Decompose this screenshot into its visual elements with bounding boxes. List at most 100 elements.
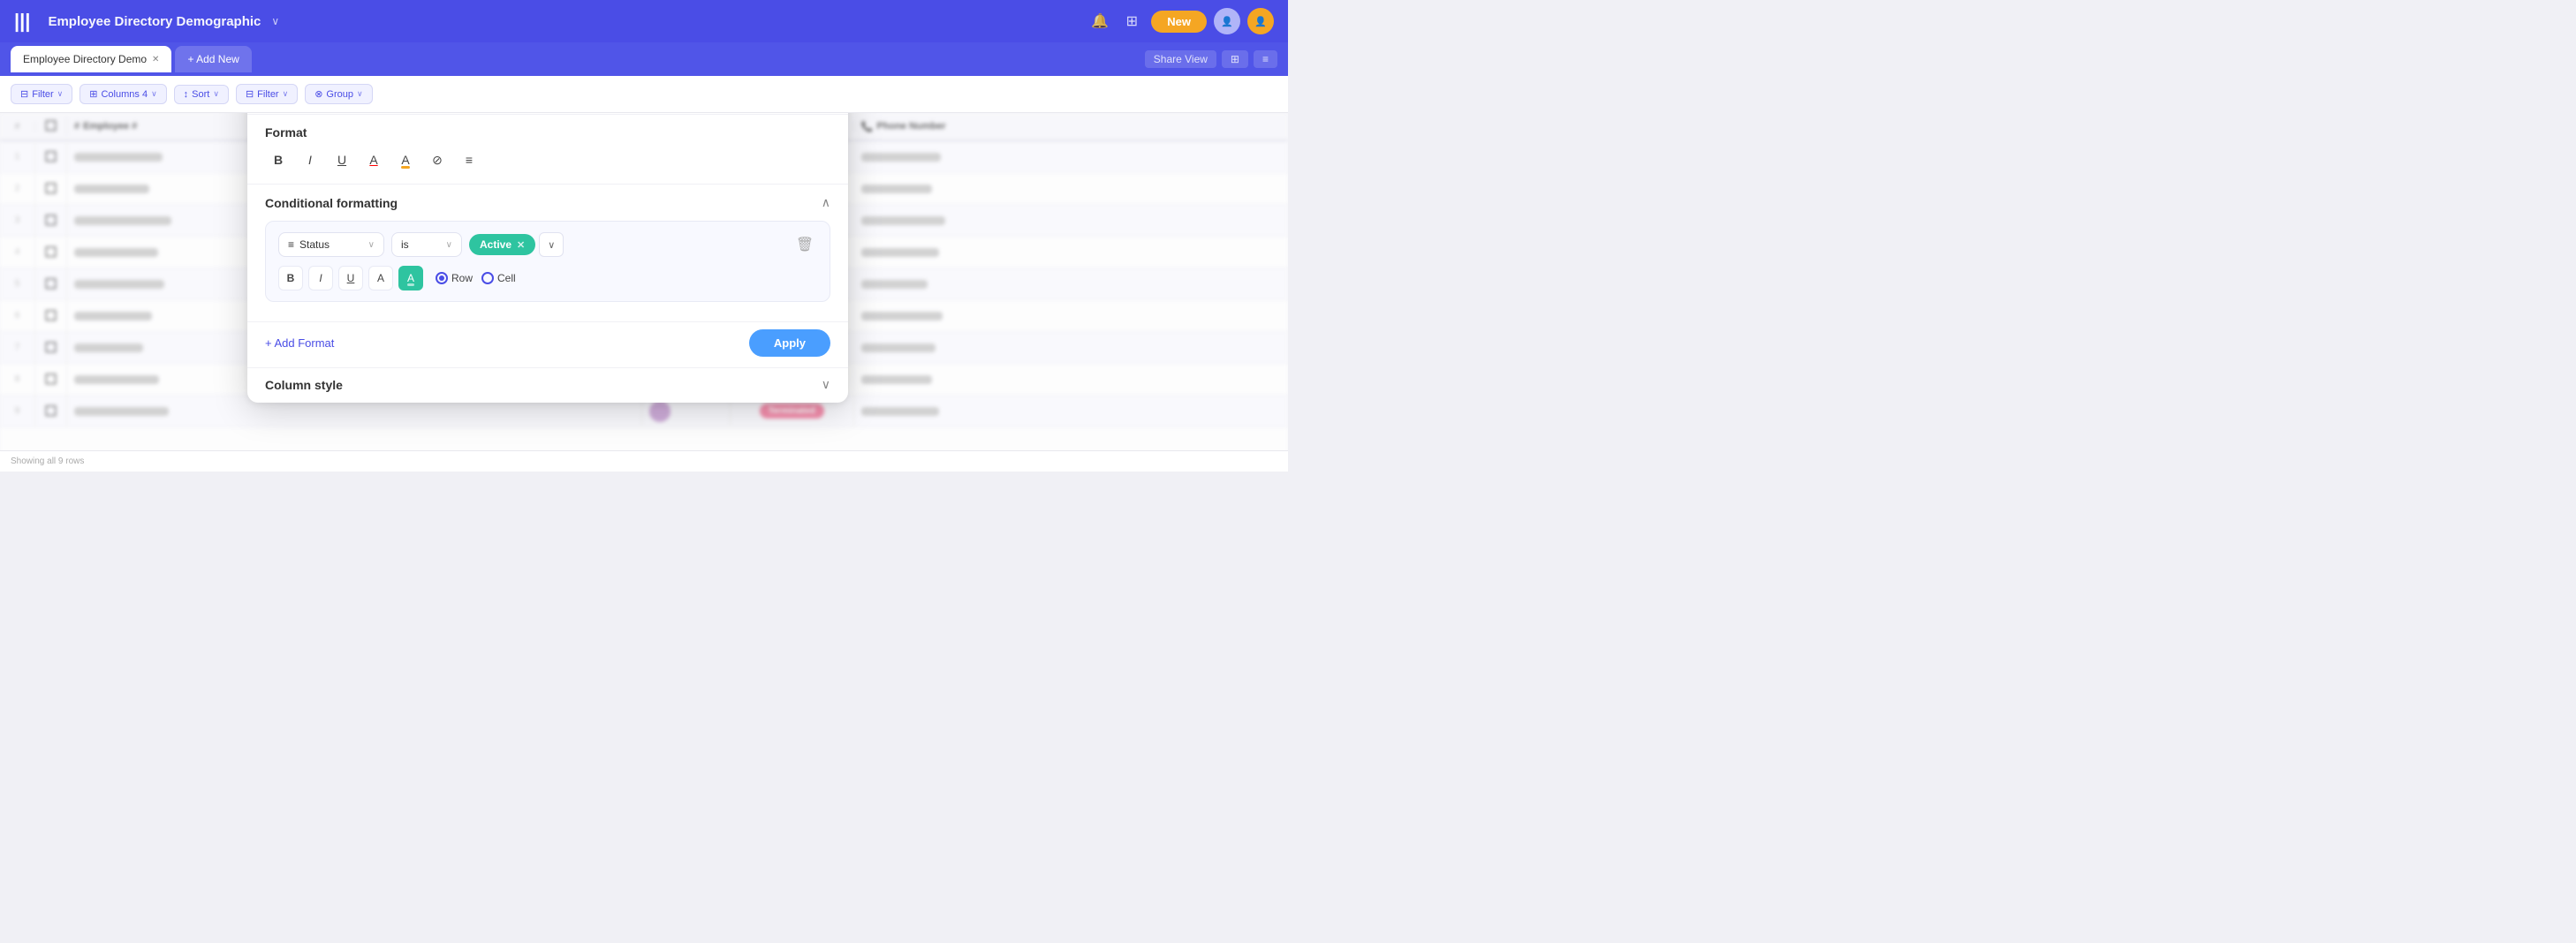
filter2-btn[interactable]: ⊟ Filter ∨	[236, 84, 298, 104]
cond-bold-btn[interactable]: B	[278, 266, 303, 290]
col-phone-header[interactable]: 📞 Phone Number	[854, 121, 1288, 132]
cell-check: ☐	[35, 237, 67, 268]
top-nav: ||| Employee Directory Demographic ∨ 🔔 ⊞…	[0, 0, 1288, 42]
radio-cell[interactable]: Cell	[481, 272, 516, 284]
row-count-label: Showing all 9 rows	[11, 456, 84, 466]
status-badge-terminated: Terminated	[760, 404, 824, 419]
highlight-btn[interactable]: A	[392, 147, 419, 173]
employee-col-icon: #	[74, 121, 80, 132]
toolbar-row: ⊟ Filter ∨ ⊞ Columns 4 ∨ ↕ Sort ∨ ⊟ Filt…	[0, 76, 1288, 113]
value-wrap: Active ✕ ∨	[469, 232, 785, 257]
value-dropdown-btn[interactable]: ∨	[539, 232, 564, 257]
cell-num: 4	[0, 237, 35, 268]
tab-bar: Employee Directory Demo ✕ + Add New Shar…	[0, 42, 1288, 76]
apply-btn[interactable]: Apply	[749, 329, 830, 357]
cell-phone	[854, 332, 1288, 363]
align-btn[interactable]: ≡	[456, 147, 482, 173]
radio-cell-circle	[481, 272, 494, 284]
tab-add-label: + Add New	[187, 53, 239, 65]
view-grid-btn[interactable]: ⊞	[1222, 50, 1248, 68]
tab-close-icon[interactable]: ✕	[152, 55, 159, 64]
conditional-formatting-section: Conditional formatting ∧ ≡ Status ∨	[247, 185, 848, 321]
sort-icon: ↕	[184, 89, 189, 100]
field-select-icon: ≡	[288, 238, 294, 251]
phone-col-icon: 📞	[861, 121, 874, 132]
radio-row[interactable]: Row	[436, 272, 473, 284]
main-area: # ☐ # Employee # 📷 Image ● Status 📞 Phon…	[0, 113, 1288, 472]
columns-btn[interactable]: ⊞ Columns 4 ∨	[80, 84, 166, 104]
notification-icon[interactable]: 🔔	[1087, 9, 1112, 34]
avatar-1[interactable]: 👤	[1214, 8, 1240, 34]
filter-icon: ⊟	[20, 88, 28, 100]
italic-btn[interactable]: I	[297, 147, 323, 173]
field-select-label: Status	[299, 238, 330, 251]
no-format-btn[interactable]: ⊘	[424, 147, 451, 173]
operator-select[interactable]: is ∨	[391, 232, 462, 257]
cell-check: ☐	[35, 300, 67, 331]
text-color-btn[interactable]: A	[360, 147, 387, 173]
radio-cell-label: Cell	[497, 272, 516, 284]
filter-btn[interactable]: ⊟ Filter ∨	[11, 84, 72, 104]
cell-check: ☐	[35, 205, 67, 236]
group-label: Group	[326, 89, 353, 100]
add-format-btn[interactable]: + Add Format	[265, 336, 334, 350]
tab-main[interactable]: Employee Directory Demo ✕	[11, 46, 171, 72]
cond-format-bar: B I U A A Row	[278, 266, 817, 290]
avatar-2[interactable]: 👤	[1247, 8, 1274, 34]
share-view-btn[interactable]: Share View	[1145, 50, 1216, 68]
cell-check: ☐	[35, 396, 67, 426]
text-format-toolbar: B I U A A ⊘ ≡	[247, 140, 848, 185]
cell-phone	[854, 268, 1288, 299]
cell-phone	[854, 237, 1288, 268]
nav-user-group: 🔔 ⊞ New 👤 👤	[1087, 8, 1274, 34]
app-logo: |||	[14, 10, 30, 33]
filter-chevron-icon: ∨	[57, 89, 64, 99]
sort-chevron-icon: ∨	[213, 89, 219, 99]
bold-btn[interactable]: B	[265, 147, 292, 173]
format-panel: ⊙ Format + Format B I U A A ⊘	[247, 113, 848, 403]
field-select[interactable]: ≡ Status ∨	[278, 232, 384, 257]
operator-chevron-icon: ∨	[446, 240, 452, 250]
panel-footer: + Add Format Apply	[247, 321, 848, 367]
radio-row-label: Row	[451, 272, 473, 284]
cell-num: 1	[0, 141, 35, 172]
column-style-section: Column style ∨	[247, 367, 848, 403]
filter2-chevron-icon: ∨	[283, 89, 289, 99]
radio-row-circle	[436, 272, 448, 284]
cell-num: 6	[0, 300, 35, 331]
cond-highlight-btn[interactable]: A	[398, 266, 423, 290]
new-button[interactable]: New	[1151, 11, 1207, 33]
tab-add-new[interactable]: + Add New	[175, 46, 251, 72]
apply-to-radio-group: Row Cell	[436, 272, 516, 284]
value-tag-remove-btn[interactable]: ✕	[517, 239, 525, 251]
tab-right-buttons: Share View ⊞ ≡	[1145, 50, 1277, 68]
cell-num: 3	[0, 205, 35, 236]
cell-phone	[854, 141, 1288, 172]
col-style-chevron-icon[interactable]: ∨	[822, 377, 830, 392]
col-num-header: #	[0, 122, 35, 132]
cond-chevron-icon[interactable]: ∧	[822, 195, 830, 210]
sort-btn[interactable]: ↕ Sort ∨	[174, 85, 229, 104]
employee-col-label: Employee #	[83, 121, 137, 132]
value-tag: Active ✕	[469, 234, 535, 255]
cell-check: ☐	[35, 173, 67, 204]
cond-italic-btn[interactable]: I	[308, 266, 333, 290]
cell-num: 2	[0, 173, 35, 204]
menu-btn[interactable]: ≡	[1254, 50, 1277, 68]
field-select-chevron-icon: ∨	[368, 240, 375, 250]
group-btn[interactable]: ⊗ Group ∨	[305, 84, 372, 104]
cell-num: 7	[0, 332, 35, 363]
cell-num: 8	[0, 364, 35, 395]
grid-icon[interactable]: ⊞	[1119, 9, 1144, 34]
underline-btn[interactable]: U	[329, 147, 355, 173]
group-icon: ⊗	[314, 88, 322, 100]
cell-phone	[854, 205, 1288, 236]
value-tag-text: Active	[480, 238, 511, 251]
cell-check: ☐	[35, 141, 67, 172]
cond-underline-btn[interactable]: U	[338, 266, 363, 290]
cell-check: ☐	[35, 332, 67, 363]
cond-text-color-btn[interactable]: A	[368, 266, 393, 290]
title-chevron-icon[interactable]: ∨	[271, 15, 279, 27]
cell-check: ☐	[35, 268, 67, 299]
delete-rule-btn[interactable]: 🗑	[792, 232, 817, 257]
